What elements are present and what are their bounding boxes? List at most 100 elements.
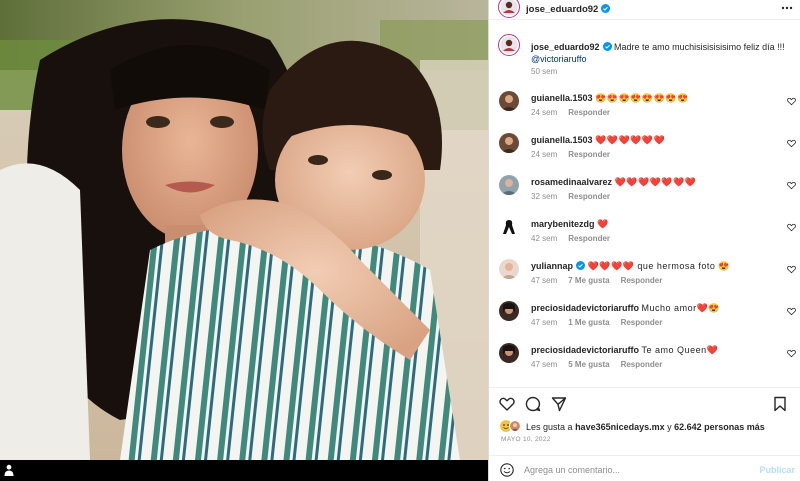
comment-item: guianella.1503 😍😍😍😍😍😍😍😍 24 sem Responder xyxy=(489,88,800,130)
likes-prefix: Les gusta a xyxy=(526,422,573,432)
commenter-avatar[interactable] xyxy=(499,175,519,195)
reply-button[interactable]: Responder xyxy=(621,318,663,327)
verified-icon xyxy=(601,4,611,13)
comment-meta: 47 sem 7 Me gusta Responder xyxy=(531,276,673,285)
comment-text: Te amo Queen❤️ xyxy=(641,345,719,355)
heart-icon[interactable] xyxy=(787,223,796,232)
heart-icon[interactable] xyxy=(499,396,515,412)
comment-item: guianella.1503 ❤️❤️❤️❤️❤️❤️ 24 sem Respon… xyxy=(489,130,800,172)
comment-body: rosamedinaalvarez ❤️❤️❤️❤️❤️❤️❤️ xyxy=(531,176,771,188)
comment-time[interactable]: 32 sem xyxy=(531,192,557,201)
comment-text: ❤️❤️❤️❤️ que hermosa foto 😍 xyxy=(587,261,731,271)
post-photo-panel xyxy=(0,0,488,481)
comment-list: guianella.1503 😍😍😍😍😍😍😍😍 24 sem Responder … xyxy=(489,88,800,382)
comment-username[interactable]: rosamedinaalvarez xyxy=(531,177,612,187)
comment-time[interactable]: 47 sem xyxy=(531,360,557,369)
caption-body: Madre te amo muchisisisisisimo feliz día… xyxy=(614,42,785,52)
likes-summary: Les gusta a have365nicedays.mx y 62.642 … xyxy=(489,420,800,434)
heart-icon[interactable] xyxy=(787,349,796,358)
heart-icon[interactable] xyxy=(787,139,796,148)
liker-avatar xyxy=(509,420,521,432)
comment-input[interactable] xyxy=(524,462,744,478)
comment-body: preciosidadevictoriaruffo Te amo Queen❤️ xyxy=(531,344,771,356)
comment-item: marybenitezdg ❤️ 42 sem Responder xyxy=(489,214,800,256)
post-date[interactable]: MAYO 10, 2022 xyxy=(501,436,551,443)
comment-likes[interactable]: 1 Me gusta xyxy=(568,318,609,327)
comment-username[interactable]: preciosidadevictoriaruffo xyxy=(531,345,639,355)
comment-meta: 47 sem 1 Me gusta Responder xyxy=(531,318,673,327)
heart-icon[interactable] xyxy=(787,97,796,106)
comment-time[interactable]: 42 sem xyxy=(531,234,557,243)
commenter-avatar[interactable] xyxy=(499,259,519,279)
caption-text: jose_eduardo92 Madre te amo muchisisisis… xyxy=(531,41,793,65)
comment-item: preciosidadevictoriaruffo Mucho amor❤️😍 … xyxy=(489,298,800,340)
heart-icon[interactable] xyxy=(787,265,796,274)
post-photo[interactable] xyxy=(0,0,488,460)
comment-text: ❤️❤️❤️❤️❤️❤️❤️ xyxy=(614,177,697,187)
comment-meta: 32 sem Responder xyxy=(531,192,621,201)
comment-body: marybenitezdg ❤️ xyxy=(531,218,771,230)
comment-username[interactable]: guianella.1503 xyxy=(531,93,593,103)
comment-body: yuliannap ❤️❤️❤️❤️ que hermosa foto 😍 xyxy=(531,260,771,272)
comment-meta: 47 sem 5 Me gusta Responder xyxy=(531,360,673,369)
comment-item: preciosidadevictoriaruffo Te amo Queen❤️… xyxy=(489,340,800,382)
action-bar xyxy=(489,387,800,419)
comment-meta: 42 sem Responder xyxy=(531,234,621,243)
header-username-text[interactable]: jose_eduardo92 xyxy=(526,4,598,15)
reply-button[interactable]: Responder xyxy=(621,276,663,285)
reply-button[interactable]: Responder xyxy=(621,360,663,369)
heart-icon[interactable] xyxy=(787,307,796,316)
comment-meta: 24 sem Responder xyxy=(531,150,621,159)
comment-likes[interactable]: 7 Me gusta xyxy=(568,276,609,285)
comment-text: ❤️❤️❤️❤️❤️❤️ xyxy=(595,135,666,145)
reply-button[interactable]: Responder xyxy=(568,234,610,243)
user-tag-icon[interactable] xyxy=(4,464,14,476)
likes-text[interactable]: Les gusta a have365nicedays.mx y 62.642 … xyxy=(526,422,765,432)
reply-button[interactable]: Responder xyxy=(568,150,610,159)
reply-button[interactable]: Responder xyxy=(568,108,610,117)
bookmark-icon[interactable] xyxy=(772,396,788,412)
caption-time[interactable]: 50 sem xyxy=(531,67,557,76)
comment-username[interactable]: preciosidadevictoriaruffo xyxy=(531,303,639,313)
comment-likes[interactable]: 5 Me gusta xyxy=(568,360,609,369)
likes-count[interactable]: 62.642 personas más xyxy=(674,422,765,432)
caption-username[interactable]: jose_eduardo92 xyxy=(531,42,600,52)
caption-author-avatar[interactable] xyxy=(498,34,520,56)
share-icon[interactable] xyxy=(551,396,567,412)
comment-time[interactable]: 47 sem xyxy=(531,318,557,327)
commenter-avatar[interactable] xyxy=(499,217,519,237)
comment-text: 😍😍😍😍😍😍😍😍 xyxy=(595,93,689,103)
emoji-icon[interactable] xyxy=(500,463,514,477)
commenter-avatar[interactable] xyxy=(499,301,519,321)
likes-user[interactable]: have365nicedays.mx xyxy=(575,422,665,432)
commenter-avatar[interactable] xyxy=(499,343,519,363)
comment-item: yuliannap ❤️❤️❤️❤️ que hermosa foto 😍 47… xyxy=(489,256,800,298)
post-header: jose_eduardo92 xyxy=(489,0,800,20)
header-username[interactable]: jose_eduardo92 xyxy=(526,4,611,15)
comment-username[interactable]: guianella.1503 xyxy=(531,135,593,145)
likes-joiner: y xyxy=(667,422,672,432)
heart-icon[interactable] xyxy=(787,181,796,190)
comment-body: preciosidadevictoriaruffo Mucho amor❤️😍 xyxy=(531,302,771,314)
comment-username[interactable]: marybenitezdg xyxy=(531,219,595,229)
verified-icon xyxy=(602,42,612,51)
comment-time[interactable]: 24 sem xyxy=(531,150,557,159)
caption-mention[interactable]: @victoriaruffo xyxy=(531,54,587,64)
comment-body: guianella.1503 ❤️❤️❤️❤️❤️❤️ xyxy=(531,134,771,146)
comment-text: ❤️ xyxy=(597,219,609,229)
post-modal: jose_eduardo92 jose_eduardo92 Madre te a… xyxy=(0,0,800,481)
comment-text: Mucho amor❤️😍 xyxy=(641,303,720,313)
add-comment-bar: Publicar xyxy=(489,455,800,481)
more-icon[interactable] xyxy=(780,3,794,13)
publish-button[interactable]: Publicar xyxy=(759,465,795,475)
comment-time[interactable]: 47 sem xyxy=(531,276,557,285)
comment-body: guianella.1503 😍😍😍😍😍😍😍😍 xyxy=(531,92,771,104)
commenter-avatar[interactable] xyxy=(499,91,519,111)
reply-button[interactable]: Responder xyxy=(568,192,610,201)
author-avatar[interactable] xyxy=(498,0,520,18)
verified-icon xyxy=(576,261,586,270)
comment-username[interactable]: yuliannap xyxy=(531,261,573,271)
comment-icon[interactable] xyxy=(525,396,541,412)
commenter-avatar[interactable] xyxy=(499,133,519,153)
comment-time[interactable]: 24 sem xyxy=(531,108,557,117)
